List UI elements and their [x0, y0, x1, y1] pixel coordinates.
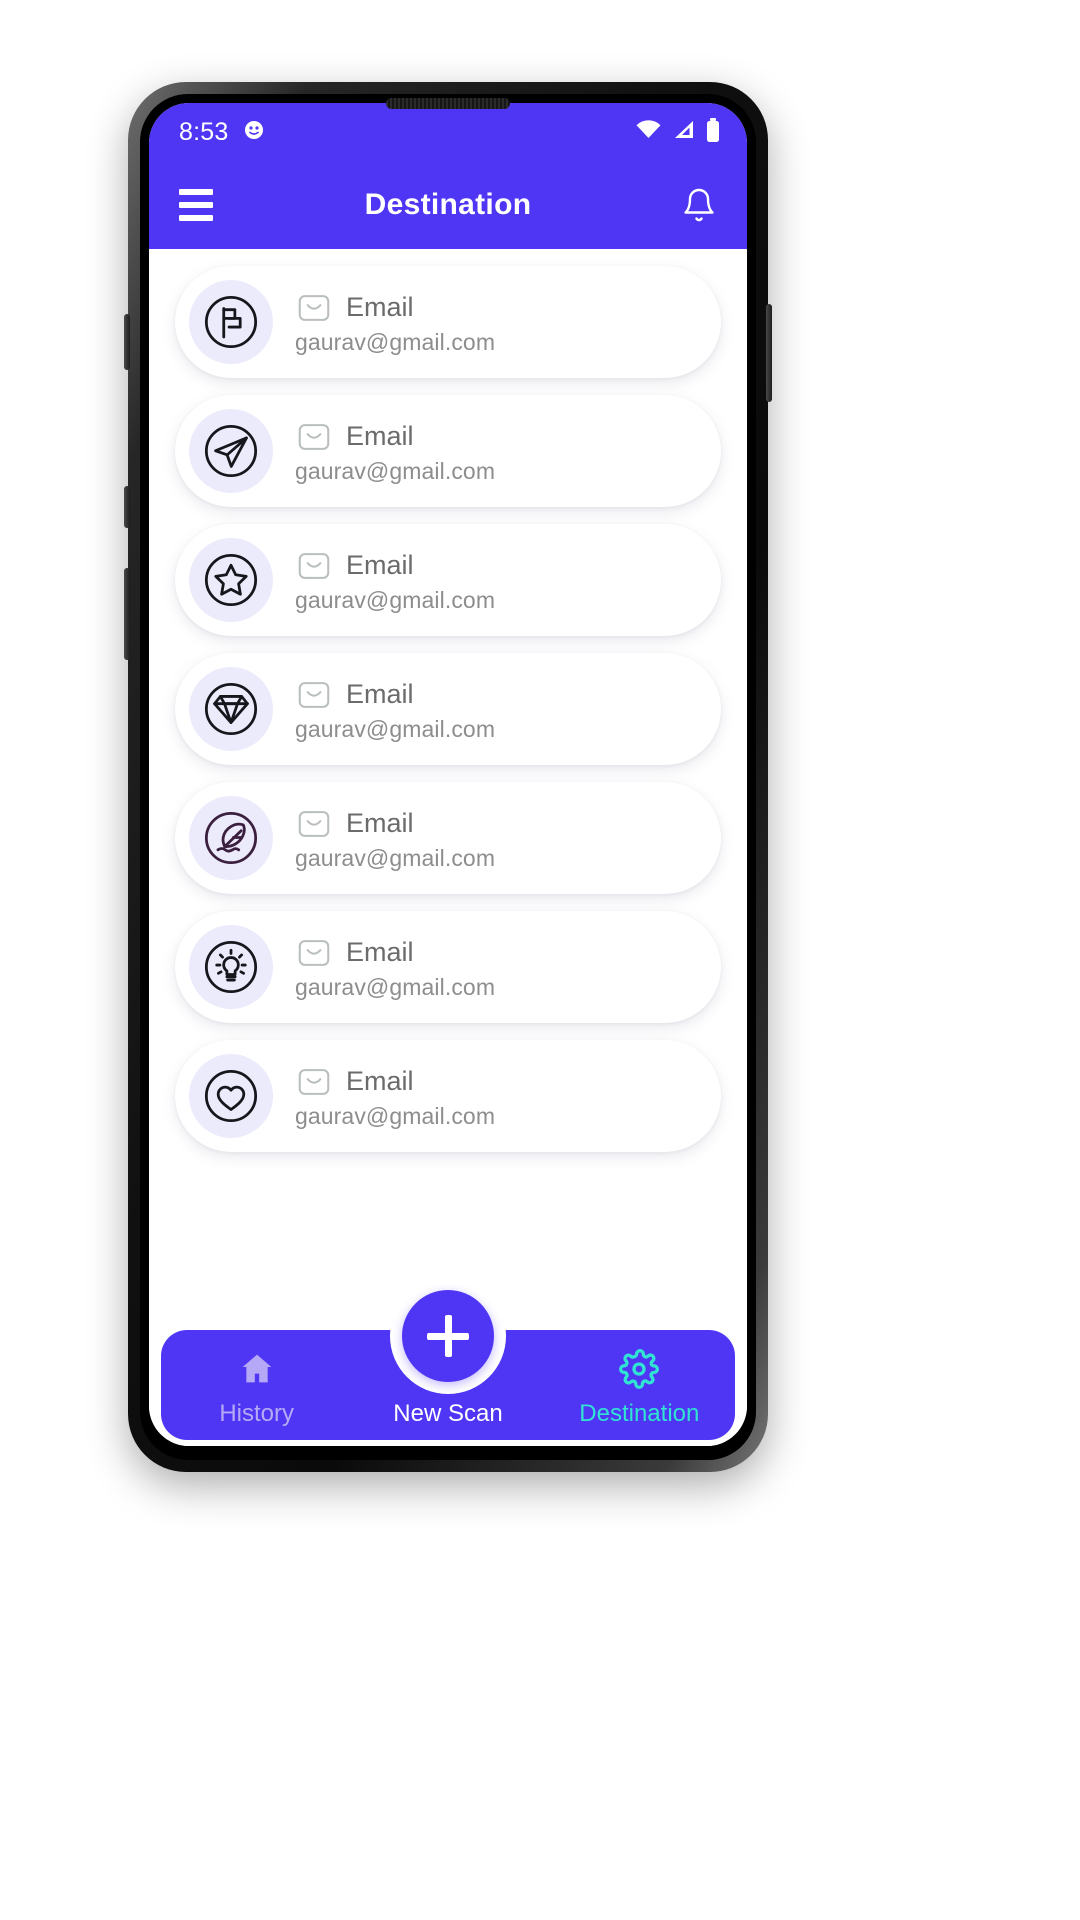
- list-item-header: Email: [295, 418, 495, 456]
- list-item-body: Email gaurav@gmail.com: [295, 1063, 495, 1130]
- list-item[interactable]: Email gaurav@gmail.com: [175, 395, 721, 507]
- list-item-label: Email: [346, 292, 414, 322]
- status-time: 8:53: [179, 117, 229, 146]
- list-item-value: gaurav@gmail.com: [295, 586, 496, 613]
- phone-screen: 8:53 Destination Email gaurav@gmail.com …: [149, 103, 747, 1446]
- phone-frame: 8:53 Destination Email gaurav@gmail.com …: [124, 82, 772, 1472]
- heart-icon: [204, 1069, 258, 1123]
- phone-side-button-left-1[interactable]: [124, 314, 130, 370]
- avatar: [189, 538, 273, 622]
- list-item-body: Email gaurav@gmail.com: [295, 418, 495, 485]
- plus-icon: [427, 1315, 469, 1357]
- list-item-header: Email: [295, 1063, 495, 1101]
- list-item-value: gaurav@gmail.com: [295, 844, 496, 871]
- list-item-label: Email: [346, 679, 414, 709]
- list-item-value: gaurav@gmail.com: [295, 1102, 496, 1129]
- list-item-header: Email: [295, 676, 495, 714]
- cellular-signal-icon: [671, 118, 696, 147]
- envelope-icon: [295, 934, 333, 972]
- nav-label-history: History: [219, 1400, 294, 1427]
- nav-item-new-scan[interactable]: New Scan: [352, 1394, 543, 1440]
- diamond-icon: [204, 682, 258, 736]
- phone-side-button-right-1[interactable]: [766, 304, 772, 402]
- list-item-label: Email: [346, 1066, 414, 1096]
- add-new-scan-button[interactable]: [402, 1290, 494, 1382]
- wifi-icon: [635, 118, 662, 147]
- phone-bezel: 8:53 Destination Email gaurav@gmail.com …: [140, 94, 756, 1460]
- list-item-header: Email: [295, 289, 495, 327]
- nav-label-new-scan: New Scan: [393, 1400, 503, 1427]
- page-title: Destination: [364, 188, 532, 221]
- envelope-icon: [295, 289, 333, 327]
- envelope-icon: [295, 418, 333, 456]
- envelope-icon: [295, 805, 333, 843]
- phone-side-button-left-2[interactable]: [124, 486, 130, 528]
- list-item-body: Email gaurav@gmail.com: [295, 547, 495, 614]
- list-item-body: Email gaurav@gmail.com: [295, 676, 495, 743]
- list-item[interactable]: Email gaurav@gmail.com: [175, 911, 721, 1023]
- avatar: [189, 667, 273, 751]
- nav-item-destination[interactable]: Destination: [544, 1349, 735, 1440]
- list-item-label: Email: [346, 550, 414, 580]
- list-item-header: Email: [295, 547, 495, 585]
- destination-list: Email gaurav@gmail.com Email gaurav@gmai…: [149, 249, 747, 1300]
- avatar: [189, 409, 273, 493]
- status-bar-right: [635, 117, 721, 148]
- earpiece-speaker: [386, 98, 510, 109]
- list-item-header: Email: [295, 934, 495, 972]
- feather-icon: [204, 811, 258, 865]
- screenshot-root: 8:53 Destination Email gaurav@gmail.com …: [0, 0, 1080, 1920]
- hamburger-menu-icon[interactable]: [179, 189, 213, 221]
- avatar: [189, 796, 273, 880]
- list-item[interactable]: Email gaurav@gmail.com: [175, 782, 721, 894]
- status-bar: 8:53: [149, 103, 747, 161]
- lightbulb-icon: [204, 940, 258, 994]
- list-item-label: Email: [346, 937, 414, 967]
- list-item[interactable]: Email gaurav@gmail.com: [175, 524, 721, 636]
- list-item-body: Email gaurav@gmail.com: [295, 289, 495, 356]
- gear-icon: [619, 1349, 660, 1394]
- envelope-icon: [295, 676, 333, 714]
- list-item[interactable]: Email gaurav@gmail.com: [175, 1040, 721, 1152]
- list-item-value: gaurav@gmail.com: [295, 715, 496, 742]
- home-icon: [237, 1349, 277, 1394]
- star-icon: [204, 553, 258, 607]
- avatar: [189, 925, 273, 1009]
- battery-icon: [705, 117, 721, 148]
- list-item[interactable]: Email gaurav@gmail.com: [175, 653, 721, 765]
- list-item-label: Email: [346, 808, 414, 838]
- nav-label-destination: Destination: [579, 1400, 700, 1427]
- app-bar: Destination: [149, 161, 747, 249]
- bottom-nav-area: History New Scan Destination: [149, 1278, 747, 1446]
- bell-icon[interactable]: [681, 187, 717, 223]
- list-item-body: Email gaurav@gmail.com: [295, 805, 495, 872]
- avatar: [189, 280, 273, 364]
- flag-icon: [204, 295, 258, 349]
- send-icon: [204, 424, 258, 478]
- list-item-value: gaurav@gmail.com: [295, 328, 496, 355]
- list-item-value: gaurav@gmail.com: [295, 973, 496, 1000]
- status-bar-left: 8:53: [179, 118, 266, 147]
- avatar: [189, 1054, 273, 1138]
- list-item-value: gaurav@gmail.com: [295, 457, 496, 484]
- list-item[interactable]: Email gaurav@gmail.com: [175, 266, 721, 378]
- list-item-label: Email: [346, 421, 414, 451]
- envelope-icon: [295, 547, 333, 585]
- list-item-header: Email: [295, 805, 495, 843]
- nav-item-history[interactable]: History: [161, 1349, 352, 1440]
- envelope-icon: [295, 1063, 333, 1101]
- face-icon: [242, 118, 266, 147]
- fab-notch: [390, 1278, 506, 1394]
- list-item-body: Email gaurav@gmail.com: [295, 934, 495, 1001]
- phone-side-button-left-3[interactable]: [124, 568, 130, 660]
